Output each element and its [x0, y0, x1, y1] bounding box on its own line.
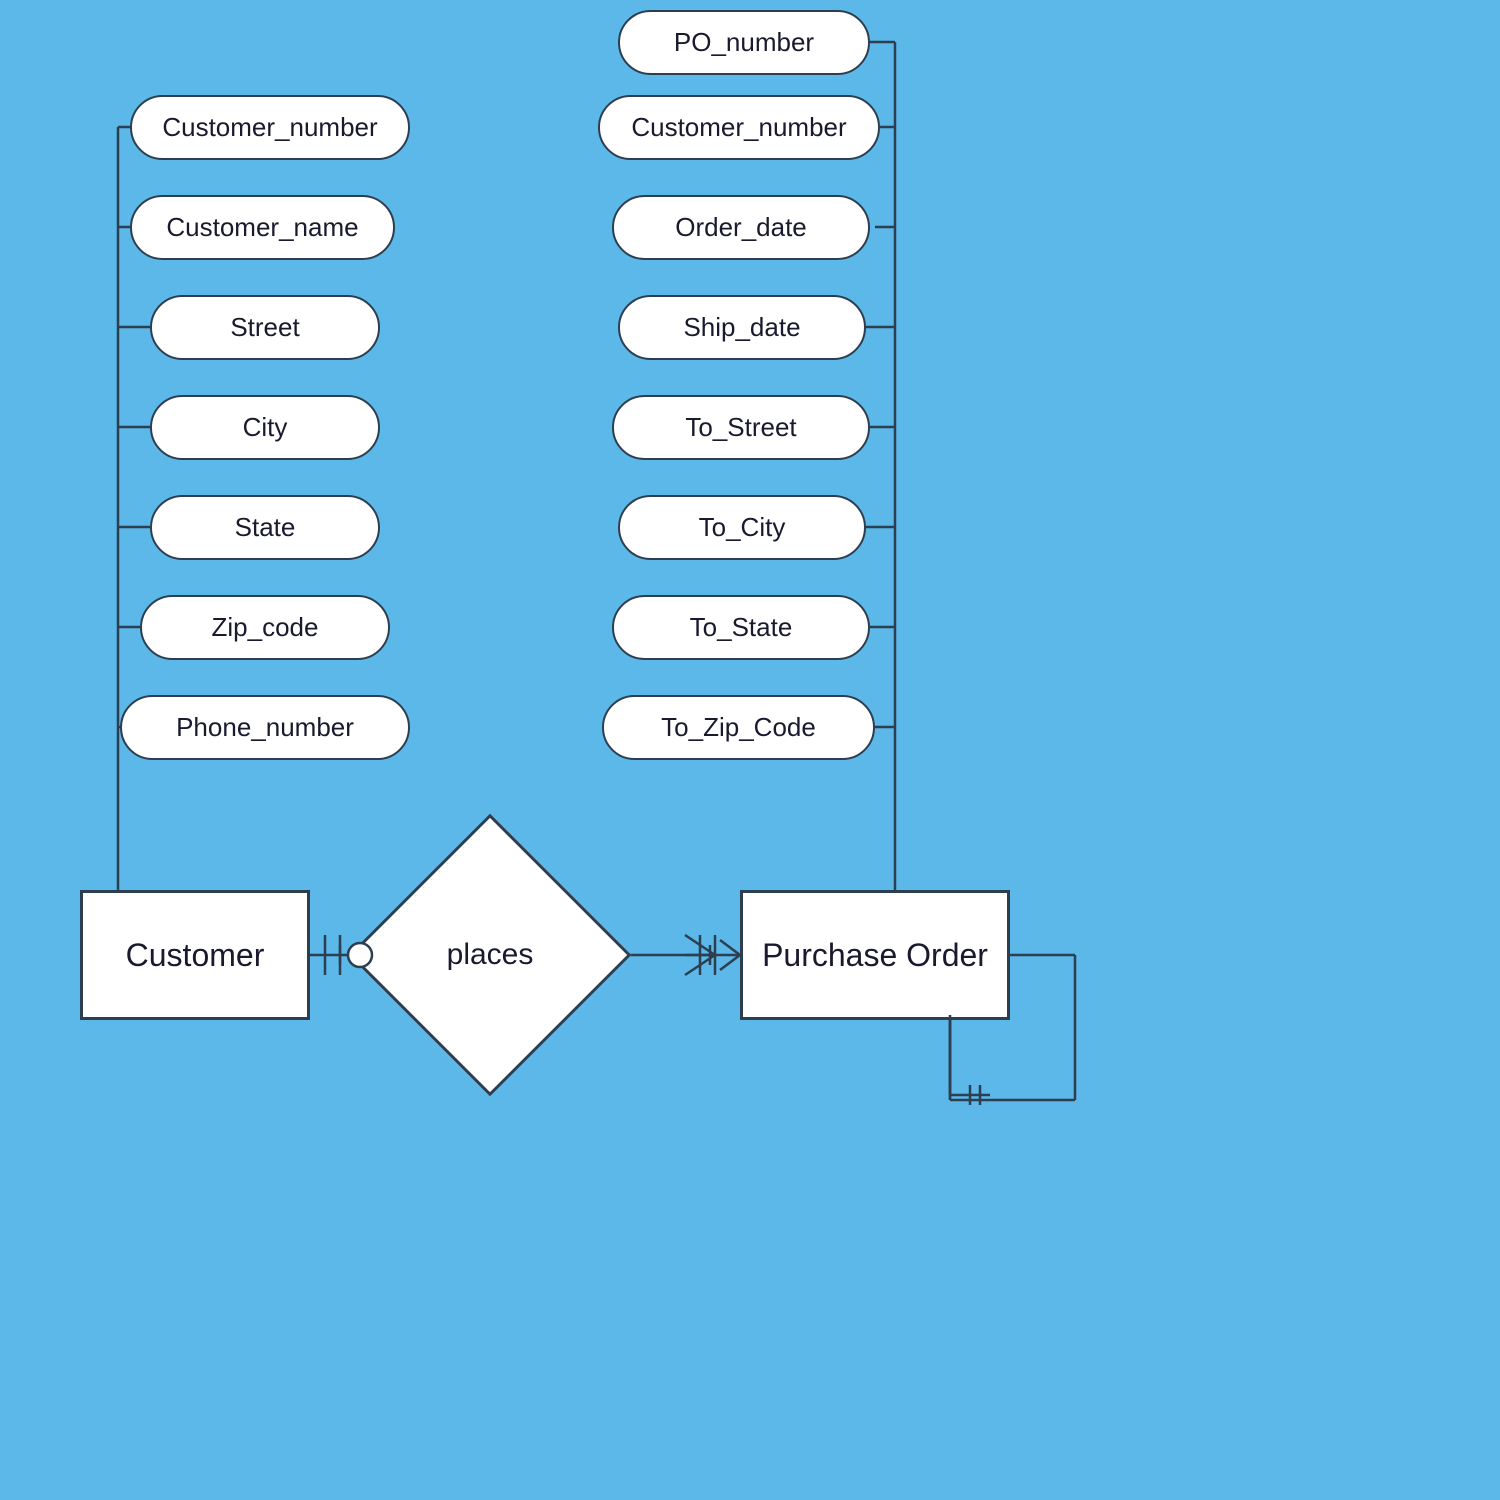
attr-zip-code: Zip_code: [140, 595, 390, 660]
attr-street: Street: [150, 295, 380, 360]
attr-to-zip-code: To_Zip_Code: [602, 695, 875, 760]
attr-customer-name: Customer_name: [130, 195, 395, 260]
customer-entity: Customer: [80, 890, 310, 1020]
cardinality-one-notation: [310, 930, 400, 980]
bottom-connection: [940, 1015, 1090, 1135]
cardinality-many-notation: [625, 930, 745, 980]
er-diagram: Customer_number Customer_name Street Cit…: [0, 0, 1500, 1500]
purchase-order-entity: Purchase Order: [740, 890, 1010, 1020]
attr-po-number: PO_number: [618, 10, 870, 75]
attr-phone-number: Phone_number: [120, 695, 410, 760]
attr-order-date: Order_date: [612, 195, 870, 260]
places-relationship: places: [390, 855, 590, 1055]
attr-state: State: [150, 495, 380, 560]
attr-customer-number-left: Customer_number: [130, 95, 410, 160]
attr-to-state: To_State: [612, 595, 870, 660]
attr-ship-date: Ship_date: [618, 295, 866, 360]
attr-customer-number-right: Customer_number: [598, 95, 880, 160]
attr-to-street: To_Street: [612, 395, 870, 460]
attr-city: City: [150, 395, 380, 460]
attr-to-city: To_City: [618, 495, 866, 560]
